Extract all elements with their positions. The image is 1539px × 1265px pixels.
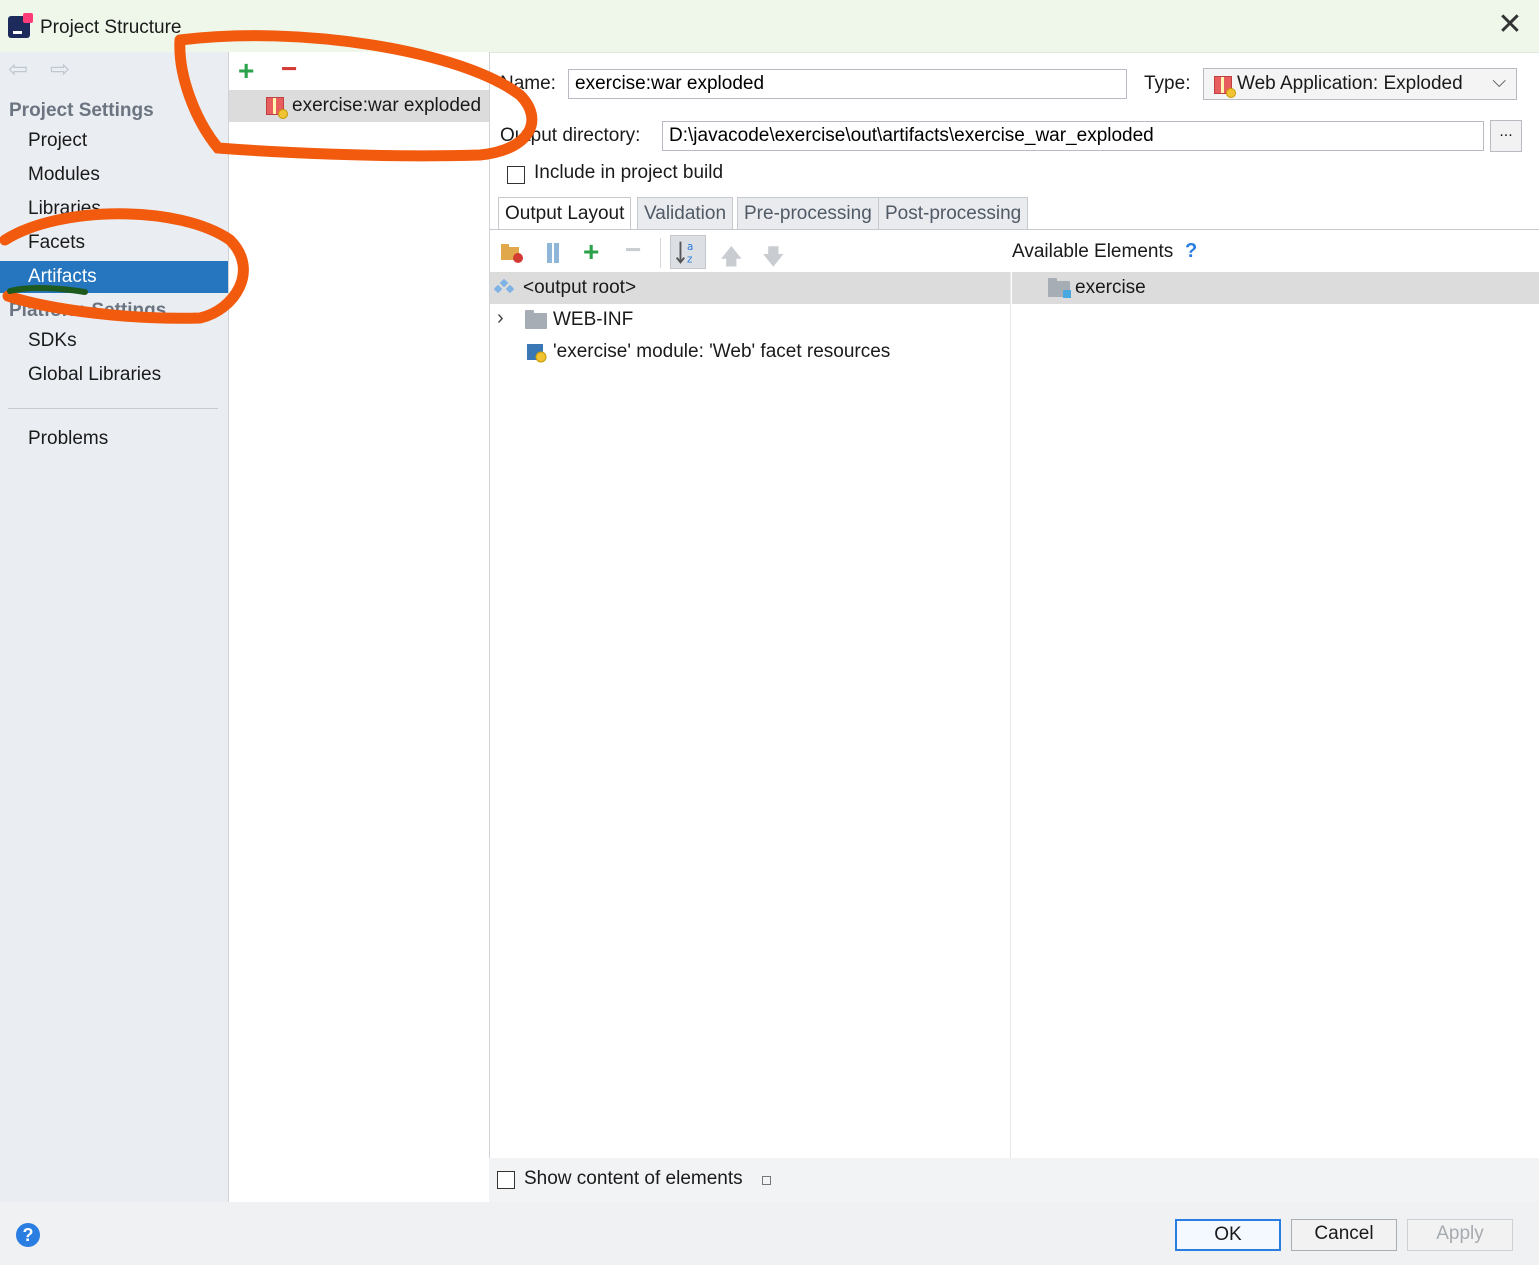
tab-pre-processing[interactable]: Pre-processing	[737, 197, 879, 229]
tree-row-output-root[interactable]: <output root>	[490, 272, 1010, 304]
show-content-checkbox[interactable]	[497, 1171, 515, 1189]
tab-underline	[489, 229, 1539, 230]
sort-alphabetically-icon[interactable]: a z	[670, 235, 706, 269]
window-title: Project Structure	[40, 17, 182, 38]
forward-arrow-icon[interactable]: ⇨	[50, 58, 72, 82]
tab-validation[interactable]: Validation	[637, 197, 734, 229]
svg-text:z: z	[687, 253, 692, 265]
panel-splitter[interactable]	[1010, 272, 1011, 1158]
tree-label-web-inf: WEB-INF	[553, 309, 634, 330]
remove-element-icon[interactable]: −	[625, 236, 641, 264]
intellij-app-icon	[8, 13, 33, 38]
show-content-label: Show content of elements	[524, 1168, 743, 1189]
title-bar	[0, 0, 1539, 53]
output-directory-label: Output directory:	[500, 125, 641, 146]
tree-label-web-facet: 'exercise' module: 'Web' facet resources	[553, 341, 891, 362]
new-directory-icon[interactable]	[498, 239, 526, 267]
artifact-label: exercise:war exploded	[292, 95, 482, 116]
sidebar-item-facets[interactable]: Facets	[0, 227, 228, 259]
tab-post-processing[interactable]: Post-processing	[878, 197, 1029, 229]
web-app-type-icon	[1214, 76, 1236, 98]
type-label: Type:	[1144, 73, 1191, 94]
archive-icon[interactable]	[540, 239, 568, 267]
output-directory-input[interactable]	[662, 121, 1484, 151]
svg-text:a: a	[687, 241, 693, 253]
project-settings-heading: Project Settings	[9, 100, 154, 121]
tree-row-web-inf[interactable]: › WEB-INF	[490, 304, 1010, 336]
available-elements-help-icon[interactable]: ?	[1185, 240, 1197, 263]
type-select-value: Web Application: Exploded	[1237, 73, 1463, 94]
include-build-checkbox[interactable]	[507, 166, 525, 184]
include-build-label: Include in project build	[534, 162, 724, 183]
back-arrow-icon[interactable]: ⇦	[8, 58, 30, 82]
name-label: Name:	[500, 73, 556, 94]
artifact-list-item[interactable]: exercise:war exploded	[229, 90, 489, 122]
available-element-row[interactable]: exercise	[1012, 272, 1539, 304]
toolbar-separator	[660, 238, 661, 268]
available-elements-label: Available Elements	[1012, 241, 1174, 262]
sidebar-item-sdks[interactable]: SDKs	[0, 325, 228, 357]
tree-label-output-root: <output root>	[523, 277, 637, 298]
platform-settings-heading: Platform Settings	[9, 300, 167, 321]
sidebar-item-problems[interactable]: Problems	[0, 423, 228, 455]
sidebar-item-project[interactable]: Project	[0, 125, 228, 157]
type-select[interactable]: Web Application: Exploded ⌵	[1203, 68, 1517, 100]
sidebar-item-artifacts[interactable]: Artifacts	[0, 261, 228, 293]
sidebar-divider	[8, 408, 218, 409]
help-icon[interactable]: ?	[16, 1223, 40, 1247]
expand-icon[interactable]	[762, 1176, 771, 1185]
sidebar-item-libraries[interactable]: Libraries	[0, 193, 228, 225]
add-artifact-icon[interactable]: +	[238, 57, 254, 85]
tab-output-layout[interactable]: Output Layout	[498, 197, 632, 230]
chevron-down-icon: ⌵	[1492, 71, 1506, 91]
war-exploded-icon	[266, 97, 288, 119]
sidebar-item-modules[interactable]: Modules	[0, 159, 228, 191]
remove-artifact-icon[interactable]: −	[281, 55, 297, 83]
artifact-list-panel	[229, 52, 490, 1202]
browse-button[interactable]: ...	[1490, 120, 1522, 152]
module-badge-icon	[1063, 290, 1071, 298]
tree-row-web-facet-resources[interactable]: 'exercise' module: 'Web' facet resources	[490, 336, 1010, 368]
available-element-label: exercise	[1075, 277, 1146, 298]
sidebar-item-global-libraries[interactable]: Global Libraries	[0, 359, 228, 391]
ok-button[interactable]: OK	[1175, 1219, 1281, 1251]
chevron-right-icon[interactable]: ›	[497, 307, 504, 330]
apply-button[interactable]: Apply	[1407, 1219, 1513, 1251]
add-element-icon[interactable]: +	[583, 238, 599, 266]
close-icon[interactable]: ✕	[1494, 10, 1526, 42]
cancel-button[interactable]: Cancel	[1291, 1219, 1397, 1251]
output-root-icon	[494, 279, 514, 294]
folder-icon	[525, 310, 547, 329]
name-input[interactable]	[568, 69, 1127, 99]
web-facet-icon	[527, 344, 547, 363]
